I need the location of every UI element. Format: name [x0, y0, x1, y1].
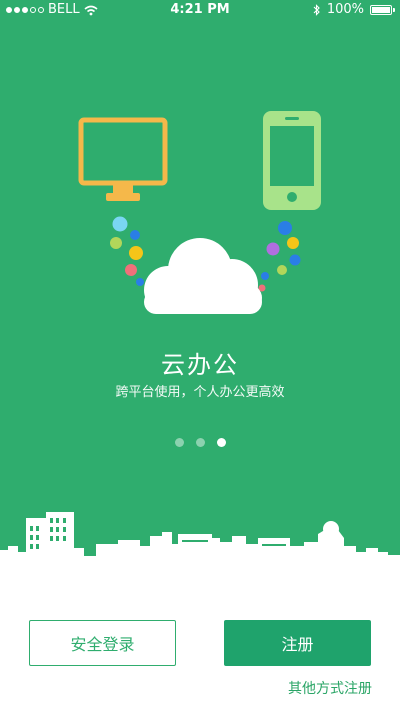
- phone-icon: [263, 111, 321, 210]
- data-dot: [130, 230, 140, 240]
- page-dot-active[interactable]: [216, 438, 226, 447]
- data-dot: [261, 272, 269, 280]
- onboarding-title: 云办公: [161, 351, 239, 379]
- register-button[interactable]: 注册: [224, 620, 371, 666]
- data-dot: [287, 237, 299, 249]
- data-dot: [112, 216, 128, 232]
- data-dot: [266, 242, 280, 256]
- other-register-link[interactable]: 其他方式注册: [288, 678, 372, 698]
- city-skyline: [0, 512, 400, 595]
- onboarding-hero: BELL 4:21 PM 100% 云办公 跨平台使用，个人办公更高效: [0, 0, 400, 595]
- page-dot[interactable]: [195, 438, 205, 447]
- data-dot: [136, 278, 144, 286]
- secure-login-button[interactable]: 安全登录: [29, 620, 176, 666]
- data-dot: [278, 221, 292, 235]
- cloud-office-illustration: [78, 111, 321, 314]
- data-dot: [125, 264, 137, 276]
- onboarding-subtitle: 跨平台使用，个人办公更高效: [115, 385, 285, 400]
- data-dot: [110, 237, 122, 249]
- page-dot[interactable]: [174, 438, 184, 447]
- page-indicator[interactable]: [0, 438, 400, 447]
- cloud-icon: [144, 238, 262, 314]
- data-dot: [289, 254, 301, 266]
- data-dot: [277, 265, 287, 275]
- monitor-icon: [78, 117, 168, 201]
- data-dot: [129, 246, 143, 260]
